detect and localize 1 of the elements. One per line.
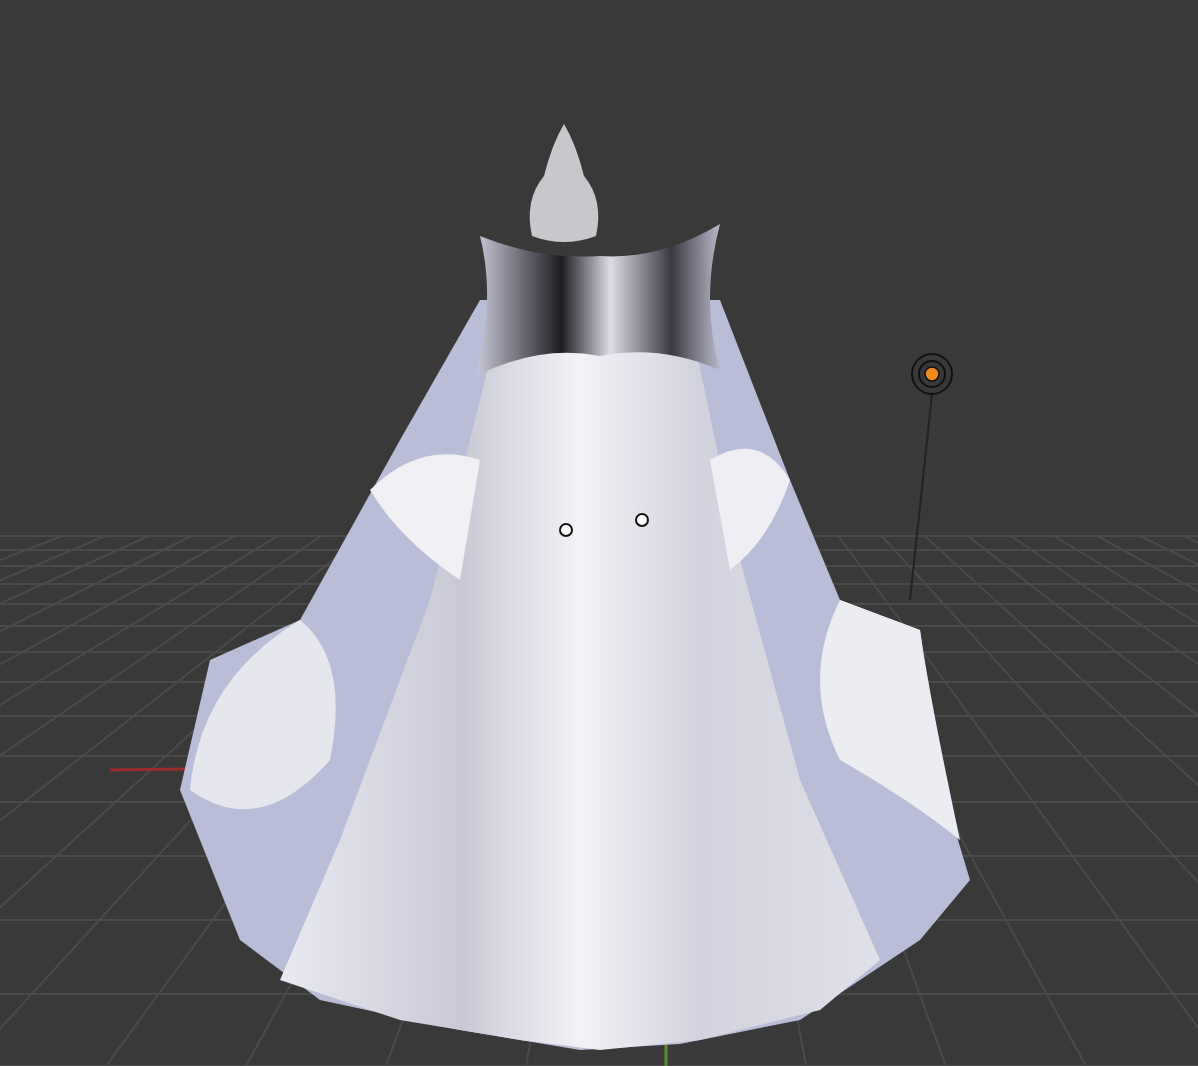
dress-model-drawing[interactable] [180,124,970,1050]
